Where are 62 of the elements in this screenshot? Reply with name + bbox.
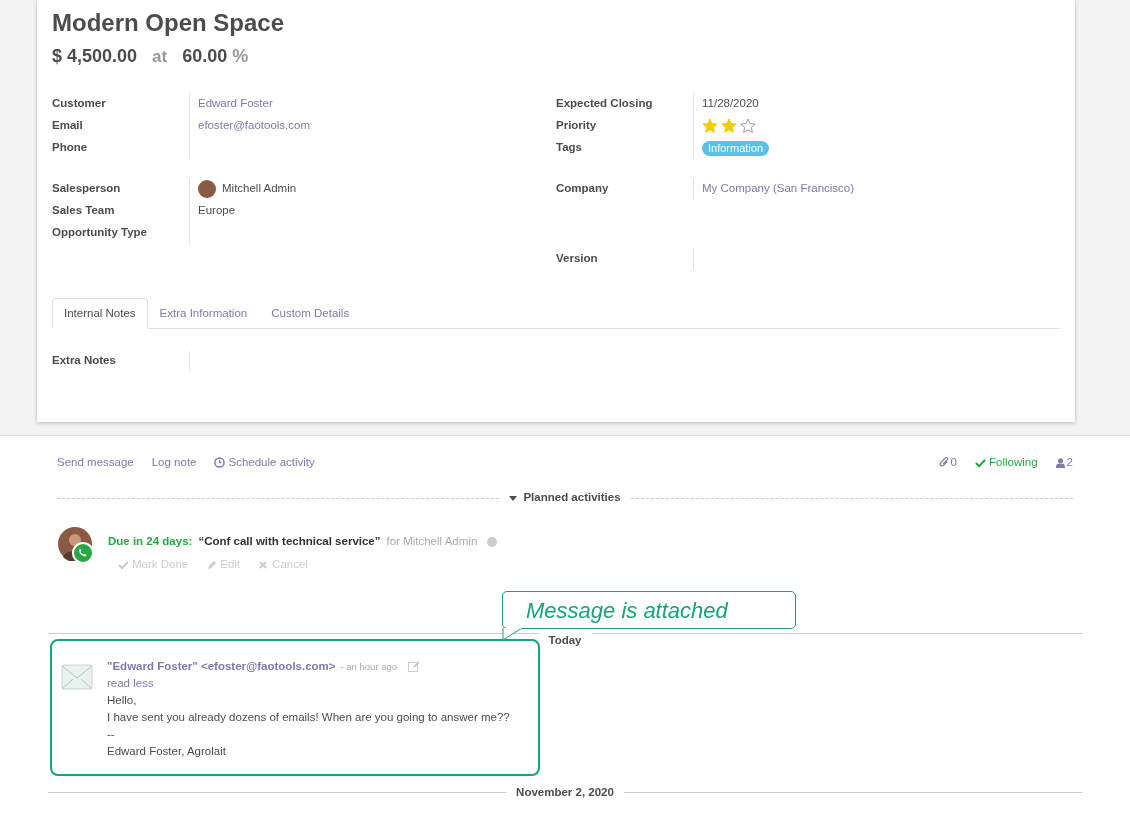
- star-icon[interactable]: [721, 118, 737, 134]
- field-label: Priority: [556, 118, 597, 134]
- followers-button[interactable]: 2: [1055, 453, 1073, 472]
- edit-icon[interactable]: [408, 661, 421, 673]
- message-text: Edward Foster, Agrolait: [107, 744, 227, 760]
- message-text: Hello,: [107, 693, 138, 709]
- caret-icon: [509, 495, 518, 501]
- date-separator: November 2, 2020: [515, 785, 615, 801]
- message-text: --: [107, 727, 116, 743]
- star-icon[interactable]: [702, 118, 718, 134]
- activity-summary: “Conf call with technical service”: [198, 534, 381, 550]
- probability-value: 60.00: [182, 45, 228, 68]
- read-less-link[interactable]: read less: [107, 675, 510, 693]
- star-icon[interactable]: [740, 118, 756, 134]
- message-author: "Edward Foster" <efoster@faotools.com>: [107, 659, 336, 675]
- message-time: - an hour ago: [340, 660, 398, 675]
- log-note-button[interactable]: Log note: [151, 453, 197, 472]
- field-label: Tags: [556, 140, 582, 156]
- pencil-icon: [206, 559, 217, 570]
- planned-activities-toggle[interactable]: Planned activities: [509, 489, 621, 507]
- tab[interactable]: Internal Notes: [52, 298, 148, 329]
- schedule-activity-button[interactable]: Schedule activity: [214, 453, 315, 472]
- close-icon: [258, 559, 269, 570]
- attachments-button[interactable]: 0: [938, 453, 957, 472]
- at-label: at: [152, 46, 168, 68]
- field-label: Phone: [52, 140, 88, 156]
- following-button[interactable]: Following: [975, 453, 1038, 472]
- record-title: Modern Open Space: [52, 8, 286, 38]
- tag-badge: Information: [702, 140, 770, 156]
- field-label: Extra Notes: [52, 353, 116, 369]
- due-label: Due in 24 days:: [108, 534, 193, 550]
- avatar-icon: [198, 180, 216, 198]
- field-label: Sales Team: [52, 203, 115, 219]
- percent-sign: %: [232, 45, 249, 68]
- field-label: Customer: [52, 96, 106, 112]
- field-link[interactable]: My Company (San Francisco): [702, 180, 855, 198]
- field-label: Salesperson: [52, 181, 121, 197]
- person-icon: [1055, 457, 1065, 468]
- field-value: Europe: [198, 203, 236, 219]
- field-label: Expected Closing: [556, 96, 653, 112]
- paperclip-icon: [938, 457, 950, 468]
- field-link[interactable]: Edward Foster: [198, 95, 273, 113]
- checkmark-icon: [975, 457, 986, 468]
- tab[interactable]: Extra Information: [147, 298, 260, 329]
- message-text: I have sent you already dozens of emails! When are you going to answer me??: [107, 710, 510, 726]
- envelope-icon: [61, 664, 93, 691]
- checkmark-icon: [118, 559, 128, 570]
- field-label: Email: [52, 118, 83, 134]
- info-icon: [487, 537, 498, 547]
- send-message-button[interactable]: Send message: [57, 453, 134, 472]
- clock-icon: [214, 457, 226, 468]
- phone-icon: [72, 542, 94, 564]
- tab[interactable]: Custom Details: [259, 298, 362, 329]
- field-label: Company: [556, 181, 609, 197]
- date-separator: Today: [547, 633, 583, 647]
- field-value: 11/28/2020: [702, 96, 759, 112]
- activity-assignee: for Mitchell Admin: [386, 534, 478, 550]
- field-value: Mitchell Admin: [222, 181, 297, 197]
- amount-value: $ 4,500.00: [52, 45, 138, 68]
- field-label: Opportunity Type: [52, 225, 147, 241]
- field-link[interactable]: efoster@faotools.com: [198, 117, 311, 135]
- field-label: Version: [556, 251, 598, 267]
